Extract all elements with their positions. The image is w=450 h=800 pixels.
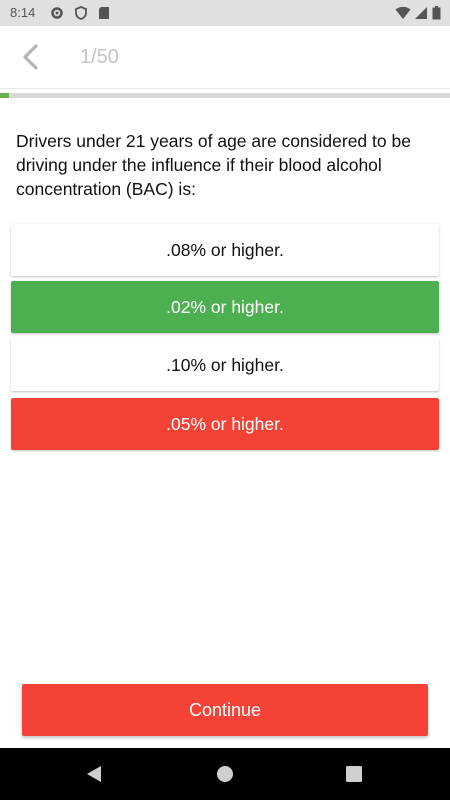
system-nav-bar <box>0 748 450 800</box>
recents-square-icon[interactable] <box>343 763 365 785</box>
quiz-progress-fill <box>0 93 9 98</box>
sd-card-icon <box>99 7 109 19</box>
quiz-progress-bar <box>0 93 450 98</box>
status-time: 8:14 <box>10 5 36 20</box>
signal-icon <box>415 7 427 19</box>
gear-icon <box>51 7 63 19</box>
chevron-left-icon[interactable] <box>14 40 48 74</box>
answer-option-4[interactable]: .05% or higher. <box>11 398 439 450</box>
shield-icon <box>75 6 87 20</box>
back-triangle-icon[interactable] <box>84 763 106 785</box>
answer-label: .02% or higher. <box>166 296 284 317</box>
answer-label: .05% or higher. <box>166 413 284 434</box>
answer-option-1[interactable]: .08% or higher. <box>11 224 439 276</box>
continue-button[interactable]: Continue <box>22 684 428 736</box>
answer-label: .10% or higher. <box>166 354 284 375</box>
answer-option-3[interactable]: .10% or higher. <box>11 339 439 391</box>
status-bar: 8:14 <box>0 0 450 26</box>
wifi-icon <box>395 6 411 19</box>
answer-label: .08% or higher. <box>166 239 284 260</box>
answer-option-2[interactable]: .02% or higher. <box>11 281 439 333</box>
home-circle-icon[interactable] <box>214 763 236 785</box>
top-toolbar: 1/50 <box>0 26 450 89</box>
question-text: Drivers under 21 years of age are consid… <box>16 131 411 199</box>
question-counter: 1/50 <box>80 46 119 68</box>
battery-icon <box>432 6 441 20</box>
continue-label: Continue <box>188 699 262 720</box>
